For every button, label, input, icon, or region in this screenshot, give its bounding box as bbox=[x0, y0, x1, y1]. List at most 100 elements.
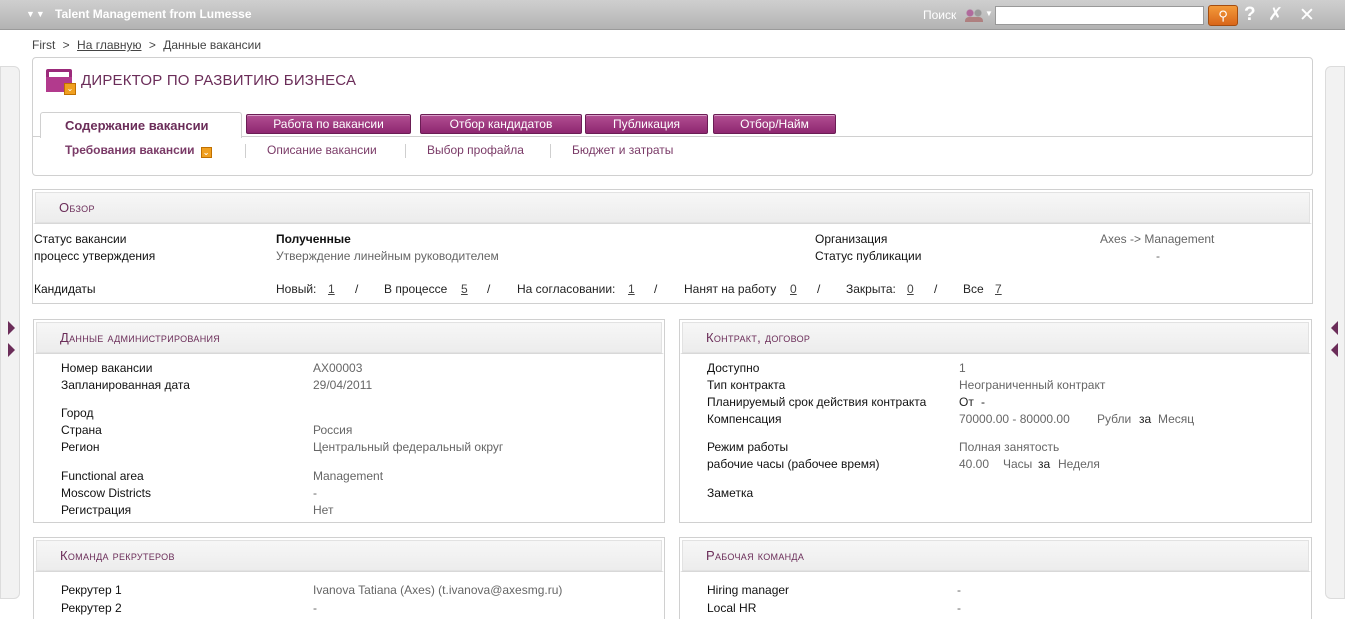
count-closed-link[interactable]: 0 bbox=[907, 282, 914, 296]
search-button[interactable]: ⚲ bbox=[1208, 5, 1238, 26]
tab-vacancy-work[interactable]: Работа по вакансии bbox=[246, 114, 411, 134]
recruiters-title: Команда рекрутеров bbox=[60, 548, 175, 563]
subtab-divider bbox=[550, 144, 551, 158]
expand-badge-icon[interactable]: ⌄ bbox=[64, 83, 76, 95]
breadcrumb-separator: > bbox=[62, 38, 70, 52]
count-separator: / bbox=[934, 282, 938, 296]
contract-type-value: Неограниченный контракт bbox=[959, 378, 1106, 392]
breadcrumb-separator: > bbox=[148, 38, 156, 52]
vacancy-number-value: AX00003 bbox=[313, 361, 363, 375]
contract-type-label: Тип контракта bbox=[707, 378, 786, 392]
tab-publication[interactable]: Публикация bbox=[585, 114, 708, 134]
work-hours-label: рабочие часы (рабочее время) bbox=[707, 457, 880, 471]
count-in-progress-label: В процессе bbox=[384, 282, 448, 296]
breadcrumb-home-link[interactable]: На главную bbox=[77, 38, 141, 52]
count-all-label: Все bbox=[963, 282, 984, 296]
planned-date-label: Запланированная дата bbox=[61, 378, 190, 392]
moscow-districts-value: - bbox=[313, 486, 317, 500]
work-hours-per: за bbox=[1038, 457, 1051, 471]
breadcrumb-current: Данные вакансии bbox=[163, 38, 262, 52]
compensation-range: 70000.00 - 80000.00 bbox=[959, 412, 1070, 426]
recruiter-1-label: Рекрутер 1 bbox=[61, 583, 122, 597]
right-panel-toggle[interactable] bbox=[1325, 66, 1345, 599]
contract-term-from: От bbox=[959, 395, 974, 409]
functional-area-value: Management bbox=[313, 469, 384, 483]
country-label: Страна bbox=[61, 423, 102, 437]
compensation-currency: Рубли bbox=[1097, 412, 1132, 426]
tools-icon[interactable]: ✗ bbox=[1268, 4, 1283, 25]
hiring-manager-value: - bbox=[957, 583, 961, 597]
moscow-districts-label: Moscow Districts bbox=[61, 486, 152, 500]
region-value: Центральный федеральный округ bbox=[313, 440, 504, 454]
tab-vacancy-content[interactable]: Содержание вакансии bbox=[40, 112, 242, 138]
search-label: Поиск bbox=[923, 8, 957, 22]
admin-header: Данные администрирования bbox=[34, 320, 664, 354]
registration-value: Нет bbox=[313, 503, 334, 517]
expand-icon: ⌄ bbox=[200, 147, 212, 158]
region-label: Регион bbox=[61, 440, 100, 454]
count-all-link[interactable]: 7 bbox=[995, 282, 1002, 296]
subtab-divider bbox=[405, 144, 406, 158]
overview-title: Обзор bbox=[59, 200, 95, 215]
count-new-label: Новый: bbox=[276, 282, 317, 296]
contract-header: Контракт, договор bbox=[680, 320, 1311, 354]
publication-status-value: - bbox=[1156, 249, 1160, 263]
vacancy-status-value: Полученные bbox=[276, 232, 351, 246]
menu-dropdown-icon[interactable]: ▼▼ bbox=[26, 9, 46, 19]
overview-header: Обзор bbox=[33, 190, 1312, 224]
workteam-section: Рабочая команда Hiring manager - Local H… bbox=[679, 537, 1312, 619]
close-icon[interactable]: ✕ bbox=[1299, 4, 1315, 27]
chevron-left-icon bbox=[1331, 321, 1338, 335]
compensation-label: Компенсация bbox=[707, 412, 782, 426]
count-hired-link[interactable]: 0 bbox=[790, 282, 797, 296]
subtab-requirements[interactable]: Требования вакансии ⌄ bbox=[65, 143, 212, 158]
search-input[interactable] bbox=[995, 6, 1204, 25]
compensation-period: Месяц bbox=[1158, 412, 1195, 426]
note-label: Заметка bbox=[707, 486, 754, 500]
app-title: Talent Management from Lumesse bbox=[55, 7, 252, 21]
tab-hiring[interactable]: Отбор/Найм bbox=[713, 114, 836, 134]
tab-candidate-selection[interactable]: Отбор кандидатов bbox=[420, 114, 582, 134]
recruiters-header: Команда рекрутеров bbox=[34, 538, 664, 572]
work-mode-value: Полная занятость bbox=[959, 440, 1060, 454]
left-panel-toggle[interactable] bbox=[0, 66, 20, 599]
candidates-label: Кандидаты bbox=[34, 282, 96, 296]
count-approval-link[interactable]: 1 bbox=[628, 282, 635, 296]
available-label: Доступно bbox=[707, 361, 760, 375]
functional-area-label: Functional area bbox=[61, 469, 144, 483]
help-icon[interactable]: ? bbox=[1244, 4, 1256, 26]
vacancy-title: ДИРЕКТОР ПО РАЗВИТИЮ БИЗНЕСА bbox=[81, 72, 357, 89]
publication-status-label: Статус публикации bbox=[815, 249, 922, 263]
hiring-manager-label: Hiring manager bbox=[707, 583, 790, 597]
city-label: Город bbox=[61, 406, 94, 420]
work-mode-label: Режим работы bbox=[707, 440, 789, 454]
count-in-progress-link[interactable]: 5 bbox=[461, 282, 468, 296]
recruiter-1-value: Ivanova Tatiana (Axes) (t.ivanova@axesmg… bbox=[313, 583, 563, 597]
contract-term-value: - bbox=[981, 395, 985, 409]
search-type-selector[interactable]: ▼ bbox=[962, 6, 994, 24]
registration-label: Регистрация bbox=[61, 503, 132, 517]
search-icon: ⚲ bbox=[1218, 8, 1228, 23]
chevron-right-icon bbox=[8, 343, 15, 357]
available-value: 1 bbox=[959, 361, 966, 375]
vacancy-folder-icon: ⌄ bbox=[46, 69, 76, 95]
workteam-header: Рабочая команда bbox=[680, 538, 1311, 572]
subtab-profile-select[interactable]: Выбор профайла bbox=[427, 143, 524, 157]
work-hours-period: Неделя bbox=[1058, 457, 1100, 471]
recruiters-section: Команда рекрутеров Рекрутер 1 Ivanova Ta… bbox=[33, 537, 665, 619]
chevron-right-icon bbox=[8, 321, 15, 335]
subtab-requirements-label: Требования вакансии bbox=[65, 143, 195, 157]
count-closed-label: Закрыта: bbox=[846, 282, 896, 296]
count-new-link[interactable]: 1 bbox=[328, 282, 335, 296]
subtab-budget[interactable]: Бюджет и затраты bbox=[572, 143, 673, 157]
workteam-title: Рабочая команда bbox=[706, 548, 805, 563]
subtab-divider bbox=[245, 144, 246, 158]
subtab-description[interactable]: Описание вакансии bbox=[267, 143, 377, 157]
count-separator: / bbox=[355, 282, 359, 296]
count-separator: / bbox=[487, 282, 491, 296]
approval-process-label: процесс утверждения bbox=[34, 249, 156, 263]
subtab-bar: Требования вакансии ⌄ Описание вакансии В… bbox=[33, 143, 1312, 163]
breadcrumb-first[interactable]: First bbox=[32, 38, 55, 52]
recruiter-2-value: - bbox=[313, 601, 317, 615]
vacancy-number-label: Номер вакансии bbox=[61, 361, 153, 375]
